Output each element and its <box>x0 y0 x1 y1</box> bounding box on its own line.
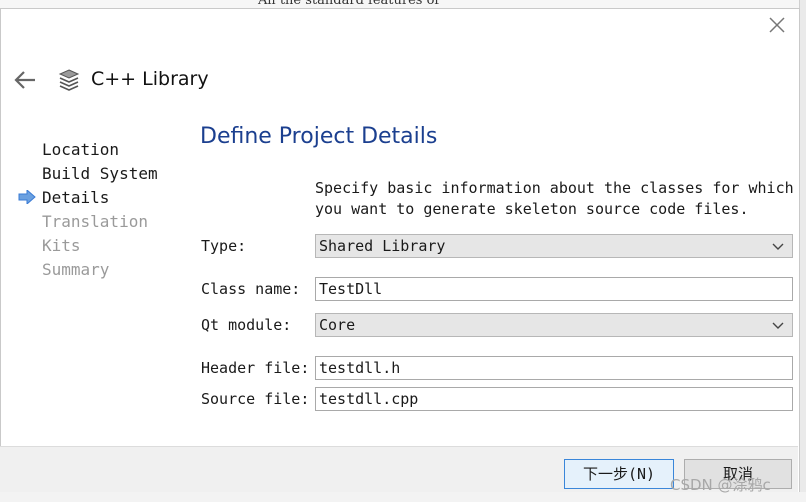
qt-module-label: Qt module: <box>201 316 292 334</box>
header-file-label: Header file: <box>201 359 310 377</box>
page-title: Define Project Details <box>200 124 438 149</box>
type-value: Shared Library <box>319 237 446 255</box>
step-details: Details <box>42 188 110 207</box>
step-summary: Summary <box>42 260 110 279</box>
watermark: CSDN @涂鸦c <box>670 476 771 494</box>
wizard-title: C++ Library <box>91 68 209 90</box>
close-icon[interactable] <box>766 14 788 36</box>
step-location: Location <box>42 140 120 159</box>
next-button[interactable]: 下一步(N) <box>564 459 674 489</box>
current-step-arrow-icon <box>18 190 36 204</box>
background-window-edge <box>799 0 806 502</box>
source-file-label: Source file: <box>201 390 310 408</box>
library-icon <box>58 69 80 91</box>
page-description: Specify basic information about the clas… <box>315 179 794 218</box>
background-text: All the standard features of <box>258 0 440 8</box>
class-name-label: Class name: <box>201 280 301 298</box>
qt-module-combobox[interactable]: Core <box>315 313 793 337</box>
type-combobox[interactable]: Shared Library <box>315 234 793 258</box>
wizard-steps: Location Build System Details Translatio… <box>42 138 158 282</box>
header-file-input[interactable]: testdll.h <box>315 356 793 380</box>
class-name-input[interactable]: TestDll <box>315 277 793 301</box>
step-build-system: Build System <box>42 164 158 183</box>
type-label: Type: <box>201 237 247 255</box>
step-kits: Kits <box>42 236 81 255</box>
qt-module-value: Core <box>319 316 356 334</box>
source-file-input[interactable]: testdll.cpp <box>315 387 793 411</box>
chevron-down-icon <box>772 243 784 250</box>
chevron-down-icon <box>772 322 784 329</box>
back-arrow-icon[interactable] <box>13 70 37 90</box>
step-translation: Translation <box>42 212 148 231</box>
